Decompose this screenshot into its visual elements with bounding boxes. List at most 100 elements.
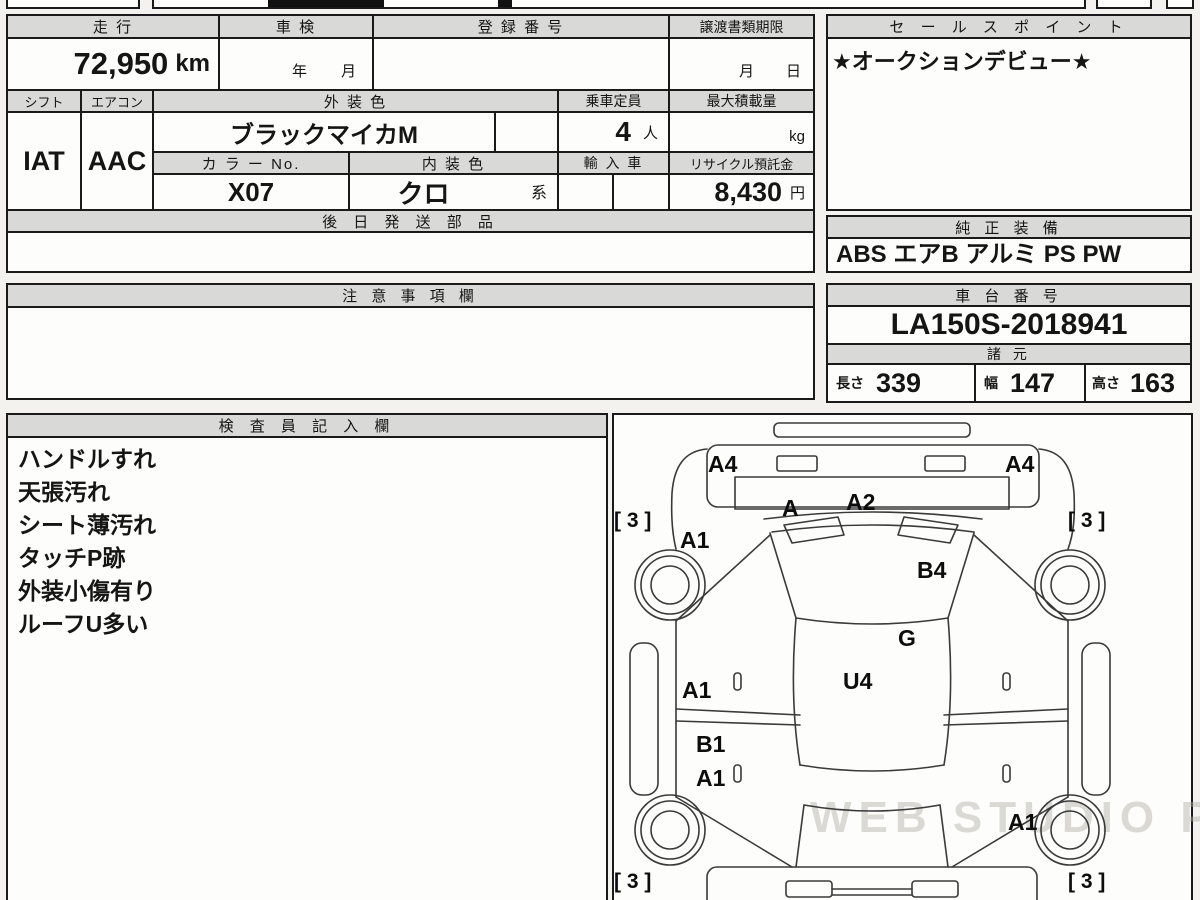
spec-width-label: 幅 [984, 375, 998, 391]
sales-point-value: ★オークションデビュー★ [832, 49, 1092, 74]
wheel-rear-right [1034, 794, 1106, 866]
notes-header: 注 意 事 項 欄 [8, 285, 813, 308]
import-subcell-1 [559, 175, 614, 211]
registration-cell [374, 39, 670, 91]
spec-width-cell: 幅 147 [976, 365, 1086, 401]
interior-color-suffix: 系 [530, 185, 547, 202]
capacity-unit: 人 [642, 124, 658, 142]
transfer-deadline-header: 譲渡書類期限 [670, 16, 813, 39]
inspector-header: 検 査 員 記 入 欄 [8, 415, 606, 438]
inspector-note-line: ルーフU多い [18, 611, 149, 637]
wheel-rear-left [634, 794, 706, 866]
sales-point-box: セ ー ル ス ポ イ ン ト ★オークションデビュー★ [826, 14, 1192, 211]
shaken-header: 車 検 [220, 16, 374, 39]
later-parts-header: 後 日 発 送 部 品 [8, 211, 813, 233]
mileage-value: 72,950 [73, 46, 169, 81]
car-top-view-diagram [629, 422, 1111, 900]
transfer-day-suffix: 日 [785, 63, 801, 80]
damage-label-a1-rear-quarter: A1 [1008, 809, 1038, 835]
mileage-unit: km [175, 50, 210, 77]
side-sill-right [1081, 642, 1111, 796]
inspector-note-line: シート薄汚れ [18, 512, 156, 538]
registration-header: 登 録 番 号 [374, 16, 670, 39]
damage-label-b1: B1 [696, 731, 726, 757]
auction-sheet: 走 行 車 検 登 録 番 号 譲渡書類期限 72,950 km 年 月 月 日… [0, 0, 1200, 900]
recycle-fee-header: リサイクル預託金 [670, 153, 813, 175]
door-split-lines [675, 708, 1069, 726]
corner-grade-front-right: [ 3 ] [1068, 509, 1106, 532]
shaken-year-suffix: 年 [291, 63, 307, 80]
later-parts-cell [8, 233, 813, 271]
inspector-box: 検 査 員 記 入 欄 ハンドルすれ 天張汚れ シート薄汚れ タッチP跡 外装小… [6, 413, 608, 900]
wheel-rear-right [1050, 810, 1090, 850]
aircon-header: エアコン [82, 91, 154, 113]
max-load-header: 最大積載量 [670, 91, 813, 113]
taillight-left [785, 880, 833, 898]
vehicle-info-table: 走 行 車 検 登 録 番 号 譲渡書類期限 72,950 km 年 月 月 日… [6, 14, 815, 273]
damage-label-b4: B4 [917, 557, 947, 583]
corner-grade-rear-right: [ 3 ] [1068, 870, 1106, 893]
front-bumper-strip [773, 422, 971, 438]
damage-label-g: G [898, 625, 916, 651]
import-subcell-2 [614, 175, 670, 211]
chassis-specs-box: 車 台 番 号 LA150S-2018941 諸 元 長さ 339 幅 147 … [826, 283, 1192, 403]
door-handle [733, 764, 742, 783]
chassis-header: 車 台 番 号 [828, 285, 1190, 307]
door-handle [1002, 764, 1011, 783]
specs-header: 諸 元 [828, 345, 1190, 365]
spec-width-value: 147 [1010, 367, 1056, 398]
transfer-deadline-cell: 月 日 [670, 39, 813, 91]
door-handle [733, 672, 742, 691]
damage-label-a1-front-fender: A1 [680, 527, 710, 553]
inspector-note-line: タッチP跡 [18, 545, 126, 571]
wheel-front-left [650, 565, 690, 605]
genuine-equipment-header: 純 正 装 備 [828, 217, 1190, 239]
mileage-cell: 72,950 km [8, 39, 220, 91]
cowl-arc [771, 524, 975, 533]
inspector-notes: ハンドルすれ 天張汚れ シート薄汚れ タッチP跡 外装小傷有り ルーフU多い [8, 438, 606, 900]
rear-window [799, 764, 945, 812]
capacity-header: 乗車定員 [559, 91, 670, 113]
interior-color-value: クロ [397, 178, 450, 209]
transfer-month-suffix: 月 [738, 63, 754, 80]
side-sill-left [629, 642, 659, 796]
genuine-equipment-value: ABS エアB アルミ PS PW [836, 241, 1122, 268]
damage-label-a1-rear-door: A1 [696, 765, 726, 791]
headlight-left [776, 455, 818, 472]
damage-label-a2: A2 [846, 489, 876, 515]
damage-diagram-box: WEB STUDIO PRO [612, 413, 1200, 900]
notes-cell [8, 308, 813, 398]
taillight-right [911, 880, 959, 898]
cowl-panel-right [897, 516, 959, 544]
spec-length-label: 長さ [836, 375, 864, 391]
wheel-rear-right [1040, 800, 1100, 860]
sales-point-header: セ ー ル ス ポ イ ン ト [828, 16, 1190, 39]
inspector-note-line: 天張汚れ [18, 479, 110, 505]
wheel-front-left [634, 549, 706, 621]
inspector-note-line: 外装小傷有り [18, 578, 156, 604]
clipped-text-fragment [498, 0, 512, 7]
inspector-note-line: ハンドルすれ [18, 446, 156, 472]
headlight-right [924, 455, 966, 472]
recycle-fee-value: 8,430 [714, 176, 782, 207]
rear-bumper-step [831, 888, 913, 896]
clipped-top-row-cell [1166, 0, 1194, 9]
capacity-value: 4 [615, 116, 631, 147]
exterior-color-subcell [496, 113, 559, 153]
genuine-equipment-box: 純 正 装 備 ABS エアB アルミ PS PW [826, 215, 1192, 273]
notes-box: 注 意 事 項 欄 [6, 283, 815, 400]
shift-header: シフト [8, 91, 82, 113]
wheel-front-right [1050, 565, 1090, 605]
max-load-cell: kg [670, 113, 813, 153]
corner-grade-front-left: [ 3 ] [614, 509, 652, 532]
wheel-rear-left [650, 810, 690, 850]
aircon-value: AAC [82, 113, 154, 211]
exterior-color-value: ブラックマイカM [154, 113, 496, 153]
wheel-rear-left [640, 800, 700, 860]
wheel-front-left [640, 555, 700, 615]
corner-grade-rear-left: [ 3 ] [614, 870, 652, 893]
damage-label-a4-left: A4 [708, 451, 738, 477]
clipped-top-row-cell [1096, 0, 1152, 9]
spec-length-cell: 長さ 339 [828, 365, 976, 401]
color-no-value: X07 [154, 175, 350, 211]
